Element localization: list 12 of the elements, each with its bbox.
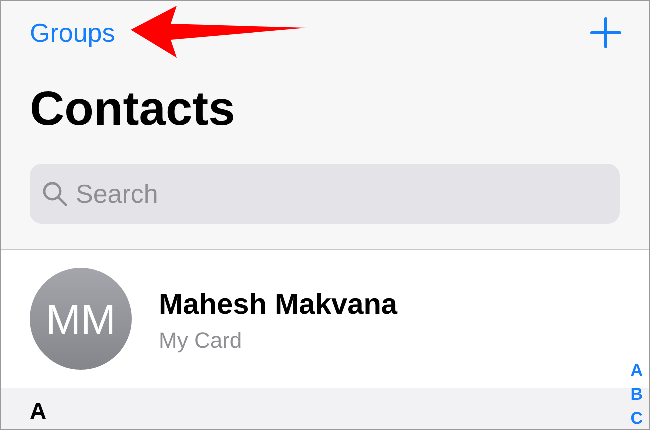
contact-name: Mahesh Makvana <box>159 290 398 320</box>
section-letter: A <box>30 400 47 423</box>
index-letter[interactable]: C <box>630 407 643 429</box>
groups-button[interactable]: Groups <box>30 20 116 46</box>
page-title: Contacts <box>30 86 236 134</box>
avatar: MM <box>30 268 132 370</box>
index-letter[interactable]: B <box>630 383 643 407</box>
search-icon <box>42 181 68 207</box>
add-icon[interactable] <box>590 17 622 49</box>
index-letter[interactable]: A <box>630 359 643 383</box>
card-subtitle: My Card <box>159 330 244 352</box>
search-field[interactable]: Search <box>30 164 620 224</box>
